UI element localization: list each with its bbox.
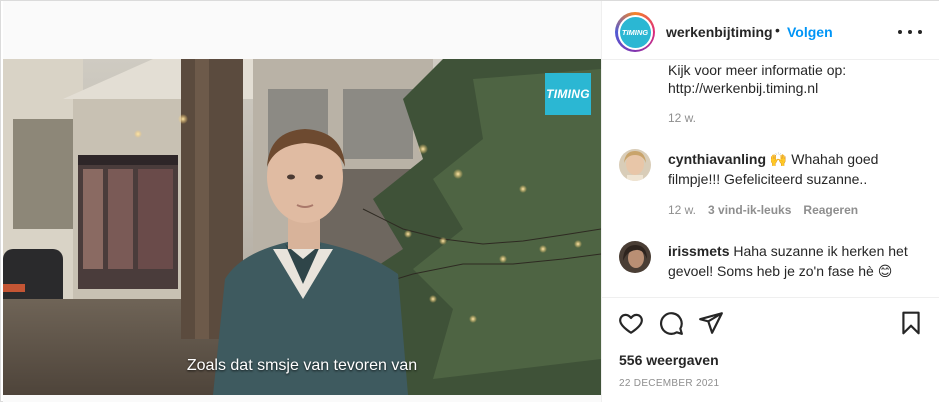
more-horizontal-icon[interactable]	[898, 23, 922, 41]
brand-watermark-logo: TIMING	[545, 73, 591, 115]
comment-text: cynthiavanling 🙌 Whahah goed filmpje!!! …	[668, 149, 930, 189]
heart-icon[interactable]	[618, 310, 644, 336]
post-header: TIMING werkenbijtiming • Volgen	[602, 1, 939, 60]
caption-meta: 12 w.	[668, 111, 696, 125]
author-username[interactable]: werkenbijtiming	[666, 24, 773, 40]
post-date[interactable]: 22 DECEMBER 2021	[619, 378, 719, 389]
avatar[interactable]	[619, 241, 651, 273]
commenter-photo	[619, 149, 651, 181]
post-media: TIMING Zoals dat smsje van tevoren van	[3, 1, 601, 402]
caption-line: Kijk voor meer informatie op:	[668, 62, 847, 78]
comment-time[interactable]: 12 w.	[668, 203, 696, 217]
action-bar: 556 weergaven 22 DECEMBER 2021	[602, 297, 939, 402]
caption-link[interactable]: http://werkenbij.timing.nl	[668, 79, 928, 97]
video-frame-illustration	[3, 59, 601, 395]
dot	[898, 30, 902, 34]
post-dialog: TIMING Zoals dat smsje van tevoren van T…	[0, 0, 939, 402]
reply-button[interactable]: Reageren	[803, 203, 858, 217]
video-player[interactable]: TIMING Zoals dat smsje van tevoren van	[3, 59, 601, 395]
follow-button[interactable]: Volgen	[787, 24, 833, 40]
comment-icon[interactable]	[658, 310, 684, 336]
comment-likes[interactable]: 3 vind-ik-leuks	[708, 203, 791, 217]
comments-list[interactable]: Kijk voor meer informatie op: http://wer…	[602, 61, 939, 297]
dot	[908, 30, 912, 34]
commenter-photo	[619, 241, 651, 273]
post-sidebar: TIMING werkenbijtiming • Volgen Kijk voo…	[601, 1, 939, 402]
comment-username[interactable]: cynthiavanling	[668, 151, 766, 167]
view-count[interactable]: 556 weergaven	[619, 352, 719, 368]
media-letterbox-top	[3, 1, 601, 59]
bookmark-icon[interactable]	[898, 310, 924, 336]
separator-dot: •	[775, 22, 780, 38]
avatar[interactable]	[619, 149, 651, 181]
caption-time[interactable]: 12 w.	[668, 111, 696, 125]
avatar: TIMING	[619, 16, 651, 48]
send-icon[interactable]	[698, 310, 724, 336]
comment-username[interactable]: irissmets	[668, 243, 729, 259]
media-letterbox-bottom	[3, 395, 601, 402]
video-subtitle: Zoals dat smsje van tevoren van	[186, 357, 418, 374]
comment-text: irissmets Haha suzanne ik herken het gev…	[668, 241, 930, 281]
comment-meta: 12 w. 3 vind-ik-leuks Reageren	[668, 203, 858, 217]
dot	[918, 30, 922, 34]
avatar-border: TIMING	[617, 14, 653, 50]
story-ring[interactable]: TIMING	[615, 12, 655, 52]
